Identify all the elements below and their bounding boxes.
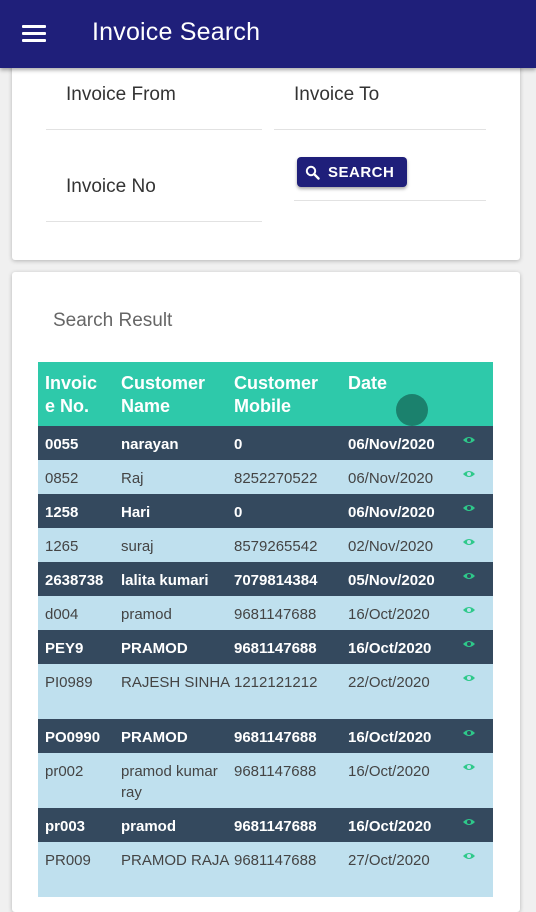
cell-customer-name: Hari [121, 504, 151, 521]
column-header-invoice-no[interactable]: Invoic e No. [45, 372, 107, 418]
results-table: Invoic e No. Customer Name Customer Mobi… [38, 362, 493, 897]
table-row[interactable]: 1265 suraj 8579265542 02/Nov/2020 [38, 528, 493, 562]
cell-invoice-no: PO0990 [45, 729, 101, 746]
invoice-no-label: Invoice No [66, 176, 156, 197]
search-result-title: Search Result [53, 310, 173, 331]
cell-customer-mobile: 9681147688 [234, 606, 317, 623]
cell-invoice-no: pr003 [45, 818, 86, 835]
table-body: 0055 narayan 0 06/Nov/2020 0852 Raj 8252270522… [38, 426, 493, 897]
table-row[interactable]: PO0990 PRAMOD 9681147688 16/Oct/2020 [38, 719, 493, 753]
cell-invoice-no: 1258 [45, 504, 79, 521]
cell-invoice-no: PEY9 [45, 640, 84, 657]
page-title: Invoice Search [92, 18, 261, 46]
cell-customer-mobile: 9681147688 [234, 640, 317, 657]
cell-customer-name: suraj [121, 538, 154, 555]
app-bar: Invoice Search [0, 0, 536, 68]
cell-invoice-no: d004 [45, 606, 79, 623]
view-eye-icon[interactable] [462, 673, 476, 683]
table-row[interactable]: PEY9 PRAMOD 9681147688 16/Oct/2020 [38, 630, 493, 664]
cell-date: 16/Oct/2020 [348, 763, 430, 780]
cell-customer-mobile: 8579265542 [234, 538, 318, 555]
cell-date: 02/Nov/2020 [348, 538, 434, 555]
cell-customer-mobile: 9681147688 [234, 763, 317, 780]
cell-customer-name: PRAMOD [121, 729, 188, 746]
cell-customer-mobile: 9681147688 [234, 729, 317, 746]
cell-date: 05/Nov/2020 [348, 572, 435, 589]
table-row[interactable]: PI0989 RAJESH SINHA 1212121212 22/Oct/2020 [38, 664, 493, 719]
cell-customer-name: narayan [121, 436, 179, 453]
touch-ripple [396, 394, 428, 426]
cell-date: 16/Oct/2020 [348, 640, 432, 657]
search-icon [305, 165, 320, 180]
cell-customer-mobile: 0 [234, 504, 243, 521]
cell-customer-mobile: 9681147688 [234, 818, 317, 835]
cell-invoice-no: pr002 [45, 763, 84, 780]
cell-date: 22/Oct/2020 [348, 674, 430, 691]
cell-invoice-no: 2638738 [45, 572, 104, 589]
search-result-card: Search Result Invoic e No. Customer Name… [12, 272, 520, 912]
table-row[interactable]: PR009 PRAMOD RAJA 9681147688 27/Oct/2020 [38, 842, 493, 897]
cell-date: 16/Oct/2020 [348, 818, 432, 835]
column-header-customer-mobile[interactable]: Customer Mobile [234, 372, 344, 418]
cell-customer-name: pramod [121, 606, 172, 623]
cell-customer-mobile: 7079814384 [234, 572, 318, 589]
divider [294, 200, 486, 201]
view-eye-icon[interactable] [462, 571, 476, 581]
cell-customer-name: lalita kumari [121, 572, 209, 589]
field-underline [46, 221, 262, 222]
invoice-no-field[interactable]: Invoice No [46, 170, 262, 222]
table-row[interactable]: pr002 pramod kumar ray 9681147688 16/Oct/20… [38, 753, 493, 808]
cell-invoice-no: 1265 [45, 538, 79, 555]
table-row[interactable]: pr003 pramod 9681147688 16/Oct/2020 [38, 808, 493, 842]
cell-date: 06/Nov/2020 [348, 436, 435, 453]
cell-date: 27/Oct/2020 [348, 852, 430, 869]
search-button-label: SEARCH [328, 163, 395, 181]
cell-customer-name: pramod [121, 818, 177, 835]
cell-date: 16/Oct/2020 [348, 729, 432, 746]
table-row[interactable]: 2638738 lalita kumari 7079814384 05/Nov/202… [38, 562, 493, 596]
view-eye-icon[interactable] [462, 469, 476, 479]
table-row[interactable]: 0055 narayan 0 06/Nov/2020 [38, 426, 493, 460]
invoice-from-field[interactable]: Invoice From [46, 78, 262, 130]
field-underline [274, 129, 486, 130]
cell-invoice-no: PR009 [45, 852, 91, 869]
view-eye-icon[interactable] [462, 639, 476, 649]
view-eye-icon[interactable] [462, 503, 476, 513]
cell-date: 06/Nov/2020 [348, 470, 434, 487]
hamburger-menu-icon[interactable] [20, 22, 48, 46]
field-underline [46, 129, 262, 130]
cell-invoice-no: 0852 [45, 470, 79, 487]
search-button[interactable]: SEARCH [297, 157, 407, 187]
invoice-to-label: Invoice To [294, 84, 380, 105]
cell-date: 16/Oct/2020 [348, 606, 430, 623]
view-eye-icon[interactable] [462, 851, 476, 861]
cell-customer-mobile: 0 [234, 436, 243, 453]
cell-customer-name: RAJESH SINHA [121, 674, 231, 691]
search-form-card: Invoice From Invoice To Invoice No SEARC… [12, 60, 520, 260]
cell-customer-name: Raj [121, 470, 144, 487]
cell-invoice-no: 0055 [45, 436, 79, 453]
invoice-from-label: Invoice From [66, 84, 176, 105]
cell-customer-mobile: 9681147688 [234, 852, 317, 869]
view-eye-icon[interactable] [462, 537, 476, 547]
cell-invoice-no: PI0989 [45, 674, 93, 691]
cell-customer-name: PRAMOD RAJA [121, 852, 230, 869]
view-eye-icon[interactable] [462, 605, 476, 615]
view-eye-icon[interactable] [462, 762, 476, 772]
column-header-customer-name[interactable]: Customer Name [121, 372, 231, 418]
view-eye-icon[interactable] [462, 817, 476, 827]
cell-customer-mobile: 8252270522 [234, 470, 318, 487]
cell-date: 06/Nov/2020 [348, 504, 435, 521]
view-eye-icon[interactable] [462, 728, 476, 738]
cell-customer-name: pramod kumar ray [121, 763, 218, 801]
column-header-date[interactable]: Date [348, 372, 458, 395]
view-eye-icon[interactable] [462, 435, 476, 445]
table-row[interactable]: 0852 Raj 8252270522 06/Nov/2020 [38, 460, 493, 494]
table-row[interactable]: 1258 Hari 0 06/Nov/2020 [38, 494, 493, 528]
table-header: Invoic e No. Customer Name Customer Mobi… [38, 362, 493, 426]
cell-customer-name: PRAMOD [121, 640, 188, 657]
table-row[interactable]: d004 pramod 9681147688 16/Oct/2020 [38, 596, 493, 630]
cell-customer-mobile: 1212121212 [234, 674, 318, 691]
invoice-to-field[interactable]: Invoice To [274, 78, 486, 130]
